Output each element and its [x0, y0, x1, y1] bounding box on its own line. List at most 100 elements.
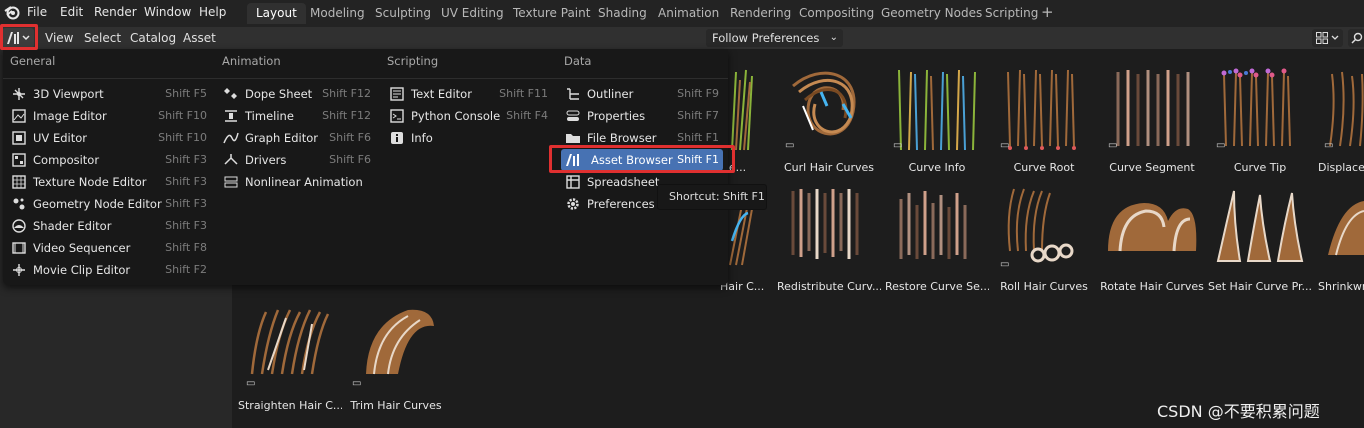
- geometry-nodes-icon: [13, 198, 25, 210]
- console-icon: [390, 109, 404, 123]
- asset-tile[interactable]: ▭ Curl Hair Curves: [777, 66, 881, 182]
- asset-type-icon: ▭: [352, 378, 362, 389]
- header-menu-select[interactable]: Select: [84, 31, 121, 45]
- menu-item-timeline[interactable]: Timeline Shift F12: [223, 105, 371, 127]
- menu-file[interactable]: File: [27, 5, 47, 19]
- column-title-animation: Animation: [222, 54, 281, 68]
- asset-type-icon: ▭: [1324, 140, 1334, 151]
- asset-type-icon: ▭: [1000, 259, 1010, 270]
- asset-type-icon: ▭: [893, 140, 903, 151]
- asset-label: Hair C...: [720, 280, 765, 293]
- properties-icon: [566, 110, 580, 121]
- asset-tile[interactable]: ▭ Trim Hair Curves: [344, 304, 448, 420]
- tab-texture-paint[interactable]: Texture Paint: [504, 3, 599, 24]
- asset-tile[interactable]: ▭ Curve Segment: [1100, 66, 1204, 182]
- asset-thumbnail: [1216, 190, 1304, 262]
- menu-edit[interactable]: Edit: [60, 5, 83, 19]
- texture-icon: [12, 175, 26, 189]
- tab-animation[interactable]: Animation: [649, 3, 728, 24]
- asset-label: Rotate Hair Curves: [1100, 280, 1204, 293]
- tab-uv-editing[interactable]: UV Editing: [432, 3, 513, 24]
- asset-label: Straighten Hair C...: [238, 399, 342, 412]
- column-title-scripting: Scripting: [387, 54, 439, 68]
- menu-item-dope-sheet[interactable]: Dope Sheet Shift F12: [223, 83, 371, 105]
- menu-help[interactable]: Help: [199, 5, 226, 19]
- asset-type-icon: ▭: [1216, 140, 1226, 151]
- asset-tile[interactable]: ▭ Curve Info: [885, 66, 989, 182]
- tab-rendering[interactable]: Rendering: [721, 3, 800, 24]
- asset-thumbnail: [1007, 188, 1074, 263]
- menu-item-video-sequencer[interactable]: Video Sequencer Shift F8: [11, 237, 207, 259]
- tab-modeling[interactable]: Modeling: [301, 3, 374, 24]
- menu-divider: [3, 78, 728, 79]
- chevron-down-icon: ⌄: [829, 32, 838, 43]
- text-icon: [390, 87, 404, 101]
- timeline-icon: [225, 110, 237, 122]
- graph-icon: [223, 132, 239, 144]
- header-menu-asset[interactable]: Asset: [183, 31, 216, 45]
- asset-label: Displace: [1318, 161, 1364, 174]
- asset-thumbnail: [791, 189, 859, 259]
- menu-window[interactable]: Window: [144, 5, 191, 19]
- asset-tile[interactable]: ▭ Curve Root: [992, 66, 1096, 182]
- menu-item-uv-editor[interactable]: UV Editor Shift F10: [11, 127, 207, 149]
- sequencer-icon: [12, 242, 26, 254]
- blender-logo-icon[interactable]: [3, 3, 21, 21]
- menu-item-text-editor[interactable]: Text Editor Shift F11: [389, 83, 548, 105]
- menu-item-graph-editor[interactable]: Graph Editor Shift F6: [223, 127, 371, 149]
- menu-render[interactable]: Render: [94, 5, 137, 19]
- menu-item-texture-node-editor[interactable]: Texture Node Editor Shift F3: [11, 171, 207, 193]
- menu-item-python-console[interactable]: Python Console Shift F4: [389, 105, 548, 127]
- asset-thumbnail: [1108, 203, 1197, 252]
- column-title-general: General: [10, 54, 56, 68]
- clip-icon: [13, 264, 25, 276]
- tab-compositing[interactable]: Compositing: [790, 3, 883, 24]
- asset-thumbnail: [898, 69, 976, 151]
- add-workspace-button[interactable]: +: [1041, 3, 1054, 21]
- asset-tile[interactable]: Redistribute Curv...: [777, 185, 881, 301]
- asset-label: Redistribute Curv...: [777, 280, 881, 293]
- asset-tile[interactable]: Shrinkwra: [1316, 185, 1364, 301]
- asset-type-icon: ▭: [785, 140, 795, 151]
- outliner-icon: [567, 88, 579, 100]
- tab-scripting[interactable]: Scripting: [976, 3, 1047, 24]
- menu-item-properties[interactable]: Properties Shift F7: [565, 105, 719, 127]
- column-title-data: Data: [564, 54, 592, 68]
- search-icon: [1351, 32, 1363, 44]
- menu-item-movie-clip-editor[interactable]: Movie Clip Editor Shift F2: [11, 259, 207, 281]
- menu-item-image-editor[interactable]: Image Editor Shift F10: [11, 105, 207, 127]
- spreadsheet-icon: [566, 175, 580, 189]
- asset-tile[interactable]: ▭ Displace: [1316, 66, 1364, 182]
- asset-type-icon: ▭: [1108, 140, 1118, 151]
- asset-thumbnail: [1116, 70, 1190, 146]
- import-method-select[interactable]: Follow Preferences ⌄: [706, 29, 843, 47]
- menu-item-shader-editor[interactable]: Shader Editor Shift F3: [11, 215, 207, 237]
- asset-tile[interactable]: ▭ Curve Tip: [1208, 66, 1312, 182]
- display-mode-toggle[interactable]: [1312, 29, 1343, 47]
- tab-layout[interactable]: Layout: [247, 3, 306, 24]
- menu-item-nonlinear-animation[interactable]: Nonlinear Animation: [223, 171, 371, 193]
- header-menu-catalog[interactable]: Catalog: [130, 31, 176, 45]
- asset-tile[interactable]: Rotate Hair Curves: [1100, 185, 1204, 301]
- tab-geometry-nodes[interactable]: Geometry Nodes: [872, 3, 991, 24]
- asset-tile[interactable]: Set Hair Curve Pr...: [1208, 185, 1312, 301]
- watermark: CSDN @不要积累问题: [1157, 402, 1320, 421]
- asset-tile[interactable]: ▭ Roll Hair Curves: [992, 185, 1096, 301]
- nla-icon: [224, 176, 238, 188]
- asset-label: Trim Hair Curves: [350, 399, 442, 412]
- asset-tile[interactable]: ▭ Straighten Hair C...: [238, 304, 342, 420]
- asset-label: Restore Curve Se...: [885, 280, 989, 293]
- tab-shading[interactable]: Shading: [589, 3, 656, 24]
- menu-item-info[interactable]: Info: [389, 127, 548, 149]
- menu-item-geometry-node-editor[interactable]: Geometry Node Editor Shift F3: [11, 193, 207, 215]
- tab-sculpting[interactable]: Sculpting: [366, 3, 440, 24]
- asset-thumbnail: [250, 309, 330, 375]
- asset-tile[interactable]: Restore Curve Se...: [885, 185, 989, 301]
- header-menu-view[interactable]: View: [45, 31, 73, 45]
- menu-item-3d-viewport[interactable]: 3D Viewport Shift F5: [11, 83, 207, 105]
- search-field[interactable]: [1348, 29, 1364, 47]
- menu-item-drivers[interactable]: Drivers Shift F6: [223, 149, 371, 171]
- drivers-icon: [224, 154, 238, 165]
- menu-item-compositor[interactable]: Compositor Shift F3: [11, 149, 207, 171]
- menu-item-outliner[interactable]: Outliner Shift F9: [565, 83, 719, 105]
